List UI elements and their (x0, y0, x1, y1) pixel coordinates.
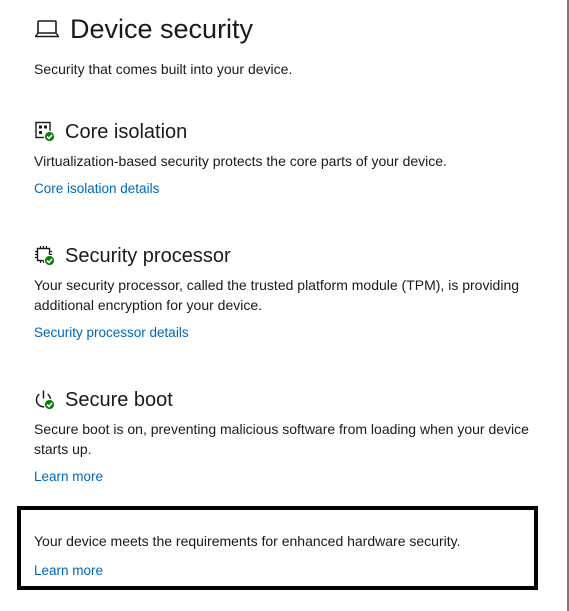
security-processor-header: Security processor (34, 242, 534, 270)
page-subtitle: Security that comes built into your devi… (34, 61, 293, 77)
section-description-security-processor: Your security processor, called the trus… (34, 277, 520, 313)
core-isolation-section: Core isolation Virtualization-based secu… (34, 118, 534, 198)
device-security-page: Device security Security that comes buil… (0, 0, 566, 611)
security-processor-details-link[interactable]: Security processor details (34, 324, 189, 342)
section-title-core-isolation: Core isolation (65, 121, 188, 143)
secure-boot-header: Secure boot (34, 386, 534, 414)
core-isolation-details-link[interactable]: Core isolation details (34, 180, 159, 198)
section-description-core-isolation: Virtualization-based security protects t… (34, 153, 447, 169)
secure-boot-section: Secure boot Secure boot is on, preventin… (34, 386, 534, 486)
status-learn-more-link[interactable]: Learn more (34, 562, 103, 580)
page-header: Device security (34, 10, 253, 48)
security-processor-section: Security processor Your security process… (34, 242, 534, 342)
core-isolation-header: Core isolation (34, 118, 534, 146)
section-title-security-processor: Security processor (65, 245, 231, 267)
power-icon (34, 389, 56, 411)
hardware-security-status-box: Your device meets the requirements for e… (17, 506, 538, 590)
chip-icon (34, 245, 56, 267)
page-title: Device security (70, 14, 254, 44)
section-description-secure-boot: Secure boot is on, preventing malicious … (34, 421, 529, 457)
secure-boot-learn-more-link[interactable]: Learn more (34, 468, 103, 486)
hardware-security-status-text: Your device meets the requirements for e… (34, 533, 461, 549)
section-title-secure-boot: Secure boot (65, 389, 173, 411)
laptop-icon (34, 17, 60, 41)
core-isolation-icon (34, 121, 56, 143)
